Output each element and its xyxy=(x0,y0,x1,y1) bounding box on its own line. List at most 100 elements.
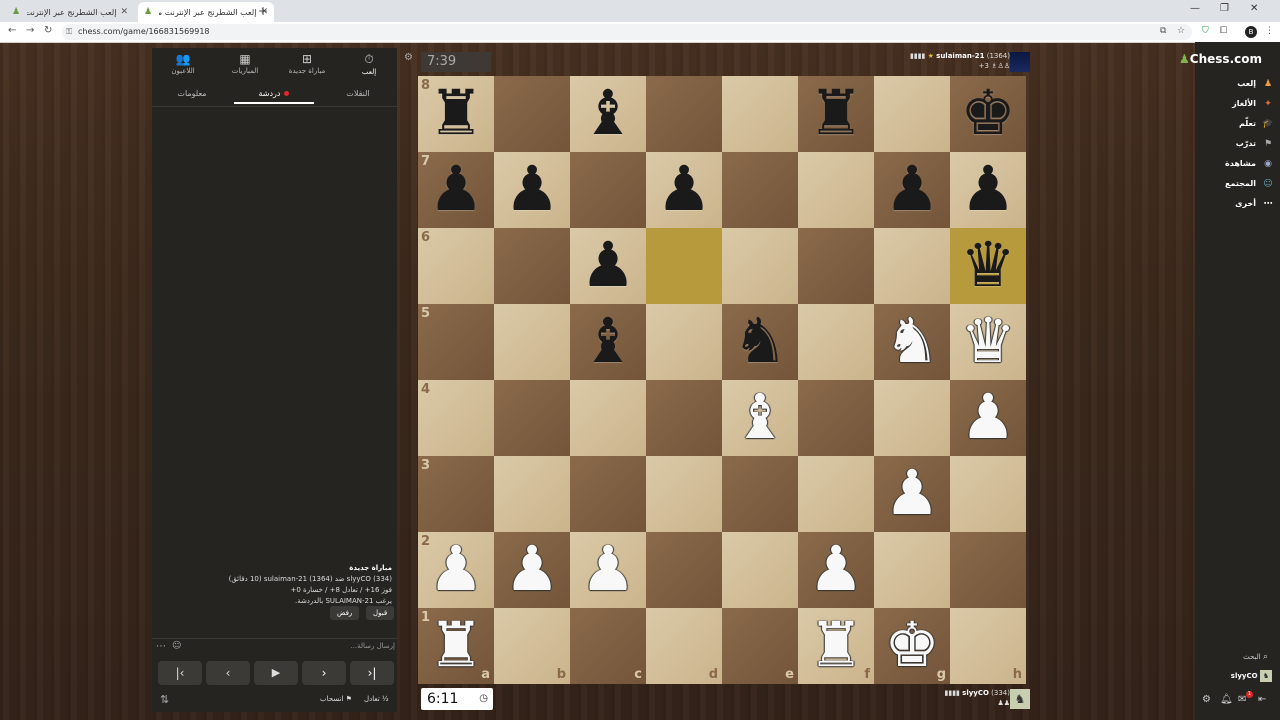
white-rook-icon[interactable]: ♜ xyxy=(798,608,874,684)
close-window-icon[interactable]: ✕ xyxy=(1250,3,1258,14)
square-e7[interactable] xyxy=(722,152,798,228)
square-h3[interactable] xyxy=(950,456,1026,532)
browser-tab[interactable]: ♟ إلعب الشطرنج عبر الإنترنت مجانًا ✕ xyxy=(6,2,134,22)
white-pawn-icon[interactable]: ♟ xyxy=(874,456,950,532)
profile-avatar-icon[interactable]: B xyxy=(1245,26,1257,38)
next-move-button[interactable]: › xyxy=(302,661,346,685)
close-tab-icon[interactable]: ✕ xyxy=(120,7,128,17)
square-c3[interactable] xyxy=(570,456,646,532)
sidebar-item-play[interactable]: ♟ إلعب xyxy=(1199,76,1274,92)
browser-tab-active[interactable]: ♟ إلعب الشطرنج عبر الإنترنت مجانًا ✕ xyxy=(138,2,274,22)
white-pawn-icon[interactable]: ♟ xyxy=(950,380,1026,456)
black-pawn-icon[interactable]: ♟ xyxy=(570,228,646,304)
square-b6[interactable] xyxy=(494,228,570,304)
browser-menu-icon[interactable]: ⋮ xyxy=(1265,26,1274,36)
emoji-icon[interactable]: ☺ xyxy=(172,641,181,651)
restore-icon[interactable]: ❐ xyxy=(1220,3,1229,14)
square-g2[interactable] xyxy=(874,532,950,608)
square-f3[interactable] xyxy=(798,456,874,532)
extensions-icon[interactable]: ⧠ xyxy=(1220,26,1227,36)
black-pawn-icon[interactable]: ♟ xyxy=(950,152,1026,228)
url-input[interactable]: ⚿ chess.com/game/166831569918 xyxy=(62,24,1192,40)
player-name[interactable]: slyyCO xyxy=(962,689,989,697)
last-move-button[interactable]: ›| xyxy=(350,661,394,685)
chess-com-logo[interactable]: ♟Chess.com xyxy=(1179,52,1262,66)
decline-chat-button[interactable]: رفض xyxy=(330,606,360,620)
more-options-icon[interactable]: ⋯ xyxy=(156,641,166,652)
opponent-name[interactable]: sulaiman-21 xyxy=(936,52,984,60)
square-d6[interactable] xyxy=(646,228,722,304)
square-c4[interactable] xyxy=(570,380,646,456)
black-pawn-icon[interactable]: ♟ xyxy=(494,152,570,228)
notifications-bell-icon[interactable]: 🔔︎ xyxy=(1220,694,1233,705)
white-king-icon[interactable]: ♚ xyxy=(874,608,950,684)
square-c7[interactable] xyxy=(570,152,646,228)
square-d1[interactable]: d xyxy=(646,608,722,684)
reload-icon[interactable]: ↻ xyxy=(44,25,52,36)
white-pawn-icon[interactable]: ♟ xyxy=(570,532,646,608)
square-e6[interactable] xyxy=(722,228,798,304)
sidebar-search[interactable]: ⌕ البحث xyxy=(1243,652,1268,662)
square-g8[interactable] xyxy=(874,76,950,152)
square-b5[interactable] xyxy=(494,304,570,380)
play-button[interactable]: ▶ xyxy=(254,661,298,685)
site-info-icon[interactable]: ⚿ xyxy=(66,24,72,40)
white-queen-icon[interactable]: ♛ xyxy=(950,304,1026,380)
square-e2[interactable] xyxy=(722,532,798,608)
white-pawn-icon[interactable]: ♟ xyxy=(418,532,494,608)
black-queen-icon[interactable]: ♛ xyxy=(950,228,1026,304)
black-bishop-icon[interactable]: ♝ xyxy=(570,304,646,380)
black-pawn-icon[interactable]: ♟ xyxy=(418,152,494,228)
tab-moves[interactable]: النقلات xyxy=(318,89,398,98)
white-rook-icon[interactable]: ♜ xyxy=(418,608,494,684)
tab-new-game[interactable]: ⊞ مباراة جديدة xyxy=(276,52,338,75)
first-move-button[interactable]: |‹ xyxy=(158,661,202,685)
square-b3[interactable] xyxy=(494,456,570,532)
opponent-avatar[interactable] xyxy=(1010,52,1030,72)
square-e3[interactable] xyxy=(722,456,798,532)
black-king-icon[interactable]: ♚ xyxy=(950,76,1026,152)
square-b4[interactable] xyxy=(494,380,570,456)
install-app-icon[interactable]: ⧉ xyxy=(1160,26,1166,36)
square-g4[interactable] xyxy=(874,380,950,456)
collapse-sidebar-icon[interactable]: ⇤ xyxy=(1258,694,1266,705)
black-knight-icon[interactable]: ♞ xyxy=(722,304,798,380)
black-pawn-icon[interactable]: ♟ xyxy=(646,152,722,228)
sidebar-item-learn[interactable]: 🎓 تعلّم xyxy=(1199,116,1274,132)
previous-move-button[interactable]: ‹ xyxy=(206,661,250,685)
tab-chat[interactable]: دردشة xyxy=(234,89,314,104)
square-a3[interactable]: 3 xyxy=(418,456,494,532)
sidebar-item-more[interactable]: ⋯ أخرى xyxy=(1199,196,1274,212)
square-a6[interactable]: 6 xyxy=(418,228,494,304)
tab-games[interactable]: ▦ المباريات xyxy=(214,52,276,75)
square-d8[interactable] xyxy=(646,76,722,152)
black-bishop-icon[interactable]: ♝ xyxy=(570,76,646,152)
messages-icon[interactable]: ✉ xyxy=(1238,694,1246,705)
square-e1[interactable]: e xyxy=(722,608,798,684)
flip-board-icon[interactable]: ⇅ xyxy=(160,693,169,706)
white-bishop-icon[interactable]: ♝ xyxy=(722,380,798,456)
square-b8[interactable] xyxy=(494,76,570,152)
square-e8[interactable] xyxy=(722,76,798,152)
white-pawn-icon[interactable]: ♟ xyxy=(798,532,874,608)
square-h2[interactable] xyxy=(950,532,1026,608)
minimize-icon[interactable]: — xyxy=(1190,3,1200,14)
sidebar-item-community[interactable]: ☺ المجتمع xyxy=(1199,176,1274,192)
board-settings-icon[interactable]: ⚙ xyxy=(404,52,413,63)
chat-input[interactable]: ⋯ ☺ إرسال رسالة... xyxy=(152,638,397,655)
square-h1[interactable]: h xyxy=(950,608,1026,684)
square-g6[interactable] xyxy=(874,228,950,304)
bookmark-star-icon[interactable]: ☆ xyxy=(1177,26,1185,36)
square-f5[interactable] xyxy=(798,304,874,380)
black-rook-icon[interactable]: ♜ xyxy=(798,76,874,152)
sidebar-user[interactable]: ♞ slyyCO xyxy=(1231,670,1272,682)
square-a4[interactable]: 4 xyxy=(418,380,494,456)
new-tab-icon[interactable]: + xyxy=(258,4,268,18)
square-c1[interactable]: c xyxy=(570,608,646,684)
chess-board[interactable]: 8 7 6 5 4 3 2 1 a b c d e f g h ♜ ♝ ♜ ♚ ♟ ♟ ♟ ♟ ♟ ♟ ♛ ♝ ♞ ♞ ♛ ♝ ♟ ♟ ♟ ♟ ♟ ♟ ♜ ♜… xyxy=(418,76,1026,684)
white-knight-icon[interactable]: ♞ xyxy=(874,304,950,380)
resign-button[interactable]: ⚑ انسحاب xyxy=(320,695,352,703)
black-rook-icon[interactable]: ♜ xyxy=(418,76,494,152)
accept-chat-button[interactable]: قبول xyxy=(366,606,395,620)
sidebar-item-watch[interactable]: ◉ مشاهدة xyxy=(1199,156,1274,172)
